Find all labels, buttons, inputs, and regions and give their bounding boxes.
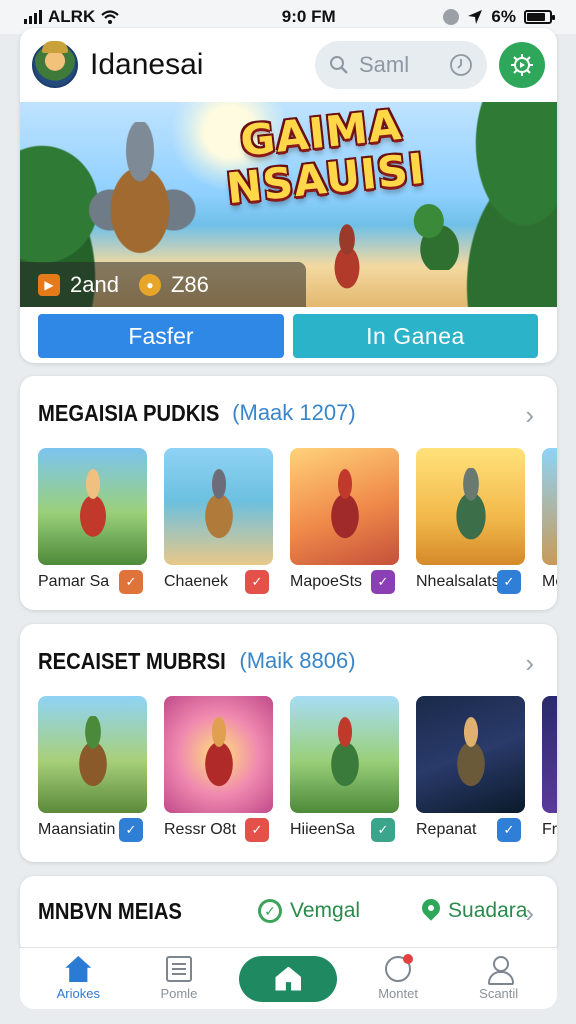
warrior-avatar-icon[interactable] xyxy=(32,41,78,88)
banner-knight-character xyxy=(80,122,200,282)
banner-stat-2: Z86 xyxy=(170,271,209,297)
section-header: MNBVN MEIAS ✓ Vemgal Suadara › xyxy=(38,894,538,929)
search-input[interactable]: Saml xyxy=(315,41,487,89)
notification-icon xyxy=(385,954,414,982)
secondary-button[interactable]: In Ganea xyxy=(293,314,538,358)
play-icon: ▶ xyxy=(38,273,60,296)
check-badge-icon: ✓ xyxy=(497,818,521,842)
game-tile[interactable]: ✓ HiieenSa xyxy=(290,696,399,846)
game-tile[interactable]: Fri xyxy=(542,696,557,846)
game-tile[interactable]: ✓ Maansiatin xyxy=(38,696,147,846)
check-badge-icon: ✓ xyxy=(245,570,269,594)
section-title: MEGAISIA PUDKIS xyxy=(38,399,220,426)
chevron-right-icon[interactable]: › xyxy=(525,648,534,679)
section-subtitle: (Maak 1207) xyxy=(232,400,356,425)
primary-button[interactable]: Fasfer xyxy=(38,314,284,358)
banner-stats: ▶ 2and ● Z86 xyxy=(20,262,306,307)
center-home-icon xyxy=(275,966,302,991)
banner-actions: Fasfer In Ganea xyxy=(38,314,538,360)
battery-percent: 6% xyxy=(491,7,516,26)
nav-item-notifications[interactable]: Montet xyxy=(358,954,438,1001)
app-header: Idanesai Saml xyxy=(20,28,557,102)
game-tile[interactable]: ✓ Chaenek xyxy=(164,448,273,598)
game-tile[interactable]: Me xyxy=(542,448,557,598)
search-placeholder: Saml xyxy=(359,52,410,77)
clock: 9:0 FM xyxy=(281,7,336,26)
tile-label: Fri xyxy=(542,821,557,838)
check-badge-icon: ✓ xyxy=(497,570,521,594)
nav-label: Montet xyxy=(378,986,418,1001)
user-icon xyxy=(486,956,514,985)
carrier-name: ALRK xyxy=(48,7,96,26)
game-thumbnail xyxy=(38,448,147,565)
settings-icon xyxy=(511,54,533,76)
check-badge-icon: ✓ xyxy=(371,570,395,594)
game-thumbnail xyxy=(290,448,399,565)
battery-icon xyxy=(524,10,555,24)
section-subtitle: (Maik 8806) xyxy=(239,648,356,673)
game-section-2: RECAISET MUBRSI (Maik 8806) › ✓ Maansiat… xyxy=(20,624,557,862)
coin-icon: ● xyxy=(138,273,161,296)
section-header: MEGAISIA PUDKIS (Maak 1207) › xyxy=(38,396,538,431)
center-home-button[interactable] xyxy=(239,955,338,1002)
status-right: 6% xyxy=(443,7,555,27)
game-thumbnail xyxy=(290,696,399,813)
nav-label: Pomle xyxy=(160,986,198,1001)
nav-item-list[interactable]: Pomle xyxy=(139,956,219,1001)
chevron-right-icon[interactable]: › xyxy=(525,898,534,929)
nav-item-profile[interactable]: Scantil xyxy=(459,956,539,1001)
nav-item-home[interactable]: Ariokes xyxy=(38,956,118,1001)
game-tile[interactable]: ✓ MapoeSts xyxy=(290,448,399,598)
home-icon xyxy=(65,956,92,982)
banner-stat-1: 2and xyxy=(70,271,119,297)
bottom-spacer xyxy=(20,1009,557,1024)
tag-label: Vemgal xyxy=(290,899,361,922)
game-thumbnail xyxy=(164,448,273,565)
game-thumbnail xyxy=(416,448,525,565)
tag-location[interactable]: Suadara xyxy=(422,899,527,923)
settings-button[interactable] xyxy=(499,42,545,88)
game-tile[interactable]: ✓ Repanat xyxy=(416,696,525,846)
app-title: Idanesai xyxy=(90,48,204,81)
status-left: ALRK xyxy=(24,7,214,27)
tile-label: Me xyxy=(542,573,557,590)
signal-icon xyxy=(24,10,42,24)
game-tile-row: ✓ Maansiatin ✓ Ressr O8t ✓ HiieenSa ✓ Re… xyxy=(38,696,557,846)
game-thumbnail xyxy=(542,448,557,565)
game-section-3: MNBVN MEIAS ✓ Vemgal Suadara › xyxy=(20,876,557,956)
game-tile-row: ✓ Pamar Sa ✓ Chaenek ✓ MapoeSts ✓ Nheals… xyxy=(38,448,557,598)
wifi-icon xyxy=(101,10,119,24)
game-thumbnail xyxy=(542,696,557,813)
tag-verified[interactable]: ✓ Vemgal xyxy=(258,899,360,923)
location-pin-icon xyxy=(422,899,440,923)
game-thumbnail xyxy=(38,696,147,813)
tag-label: Suadara xyxy=(448,899,528,922)
game-tile[interactable]: ✓ Nhealsalats xyxy=(416,448,525,598)
section-header: RECAISET MUBRSI (Maik 8806) › xyxy=(38,644,538,679)
check-badge-icon: ✓ xyxy=(119,570,143,594)
game-thumbnail xyxy=(164,696,273,813)
game-thumbnail xyxy=(416,696,525,813)
chevron-right-icon[interactable]: › xyxy=(525,400,534,431)
game-tile[interactable]: ✓ Ressr O8t xyxy=(164,696,273,846)
check-circle-icon: ✓ xyxy=(258,899,282,923)
section-title: MNBVN MEIAS xyxy=(38,897,182,924)
alarm-icon xyxy=(443,9,460,25)
header-card: Idanesai Saml GAIMA NSAUISI ▶ 2and ● Z86… xyxy=(20,28,557,363)
search-icon xyxy=(330,56,348,74)
hero-banner[interactable]: GAIMA NSAUISI ▶ 2and ● Z86 xyxy=(20,102,557,307)
nav-label: Scantil xyxy=(479,986,519,1001)
check-badge-icon: ✓ xyxy=(371,818,395,842)
banner-runner-character xyxy=(320,222,374,292)
bottom-navigation: Ariokes Pomle Montet Scantil xyxy=(20,947,557,1009)
check-badge-icon: ✓ xyxy=(119,818,143,842)
clock-icon[interactable] xyxy=(449,53,473,77)
section-title: RECAISET MUBRSI xyxy=(38,647,226,674)
list-icon xyxy=(165,956,192,982)
check-badge-icon: ✓ xyxy=(245,818,269,842)
location-arrow-icon xyxy=(468,10,483,24)
nav-label: Ariokes xyxy=(56,986,100,1001)
game-section-1: MEGAISIA PUDKIS (Maak 1207) › ✓ Pamar Sa… xyxy=(20,376,557,610)
game-tile[interactable]: ✓ Pamar Sa xyxy=(38,448,147,598)
